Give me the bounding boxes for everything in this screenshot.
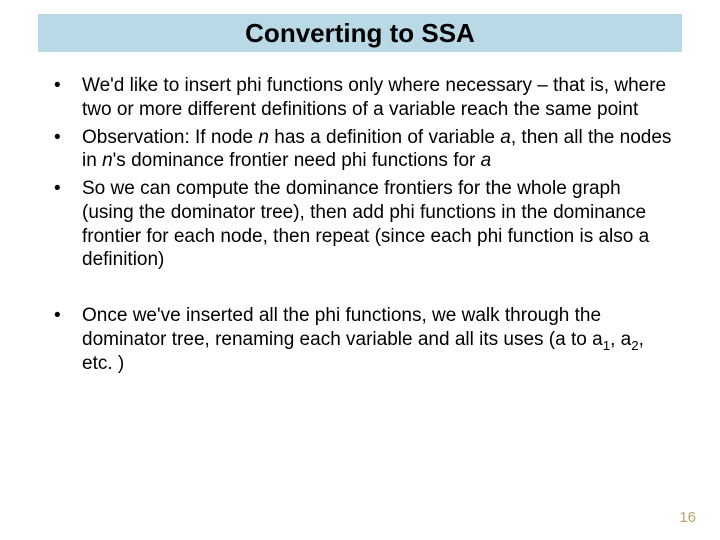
bullet-text: So we can compute the dominance frontier… bbox=[82, 178, 649, 270]
bullet-text-part: Once we've inserted all the phi function… bbox=[82, 305, 603, 350]
bullet-list-1: We'd like to insert phi functions only w… bbox=[48, 74, 676, 272]
bullet-item: So we can compute the dominance frontier… bbox=[48, 177, 676, 272]
bullet-item: We'd like to insert phi functions only w… bbox=[48, 74, 676, 122]
slide: Converting to SSA We'd like to insert ph… bbox=[0, 0, 720, 540]
bullet-item: Once we've inserted all the phi function… bbox=[48, 304, 676, 375]
title-bar: Converting to SSA bbox=[38, 14, 682, 52]
subscript: 1 bbox=[603, 338, 610, 353]
italic-a: a bbox=[500, 127, 511, 148]
slide-title: Converting to SSA bbox=[245, 18, 475, 49]
bullet-text-part: , a bbox=[610, 329, 631, 350]
bullet-list-2: Once we've inserted all the phi function… bbox=[48, 304, 676, 375]
italic-n: n bbox=[102, 150, 113, 171]
bullet-item: Observation: If node n has a definition … bbox=[48, 126, 676, 174]
bullet-text-part: Observation: If node bbox=[82, 127, 258, 148]
italic-a: a bbox=[481, 150, 492, 171]
subscript: 2 bbox=[631, 338, 638, 353]
bullet-text: We'd like to insert phi functions only w… bbox=[82, 75, 666, 120]
italic-n: n bbox=[258, 127, 269, 148]
spacer bbox=[48, 276, 676, 304]
slide-body: We'd like to insert phi functions only w… bbox=[48, 74, 676, 379]
bullet-text-part: has a definition of variable bbox=[269, 127, 500, 148]
bullet-text-part: 's dominance frontier need phi functions… bbox=[113, 150, 481, 171]
page-number: 16 bbox=[679, 509, 696, 526]
